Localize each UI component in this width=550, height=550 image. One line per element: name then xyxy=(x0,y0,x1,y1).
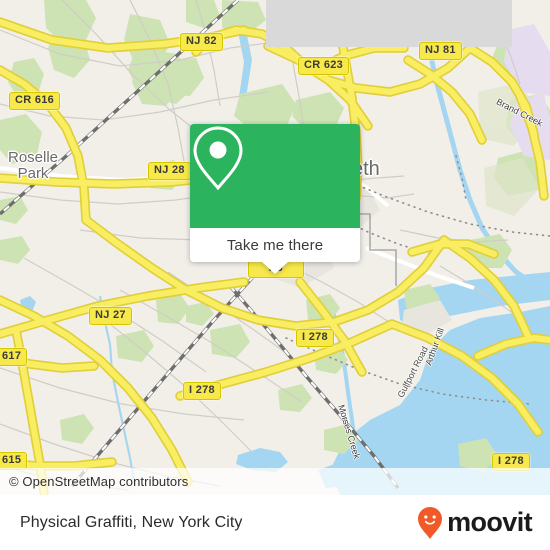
place-label-roselle-park: Roselle Park xyxy=(8,150,58,182)
road-shield-cr-617[interactable]: 617 xyxy=(0,348,28,366)
road-shield-i-278-north[interactable]: I 278 xyxy=(296,329,334,347)
road-shield-cr-623[interactable]: CR 623 xyxy=(298,57,350,75)
location-pin-icon xyxy=(193,126,243,191)
map-canvas[interactable]: NJ 82 CR 623 NJ 81 CR 616 NJ 28 NJ 27 I … xyxy=(0,0,550,495)
callout-action-bar[interactable]: Take me there xyxy=(190,228,360,274)
road-shield-nj-27[interactable]: NJ 27 xyxy=(89,307,132,325)
moovit-brand[interactable]: moovit xyxy=(417,506,533,540)
road-shield-cr-616[interactable]: CR 616 xyxy=(9,92,61,110)
footer-bar: Physical Graffiti, New York City moovit xyxy=(0,495,550,550)
place-label-line1: Roselle xyxy=(8,149,59,166)
moovit-smiley-pin-icon xyxy=(418,506,443,539)
map-attribution-bar: © OpenStreetMap contributors xyxy=(0,468,550,495)
location-title: Physical Graffiti, New York City xyxy=(20,513,243,531)
road-shield-nj-28[interactable]: NJ 28 xyxy=(148,162,191,180)
road-shield-nj-81[interactable]: NJ 81 xyxy=(419,42,462,60)
road-shield-nj-82[interactable]: NJ 82 xyxy=(180,33,223,51)
take-me-there-label: Take me there xyxy=(226,236,324,254)
place-label-line2: Park xyxy=(17,165,49,182)
road-shield-i-278-west[interactable]: I 278 xyxy=(183,382,221,400)
callout-icon-panel xyxy=(190,124,360,228)
openstreetmap-attribution[interactable]: © OpenStreetMap contributors xyxy=(0,474,188,489)
take-me-there-callout[interactable]: Take me there xyxy=(190,124,360,274)
callout-pointer-tail xyxy=(262,262,288,274)
grey-overlay-panel xyxy=(266,0,512,47)
moovit-wordmark: moovit xyxy=(447,507,533,537)
moovit-map-screenshot: NJ 82 CR 623 NJ 81 CR 616 NJ 28 NJ 27 I … xyxy=(0,0,550,550)
